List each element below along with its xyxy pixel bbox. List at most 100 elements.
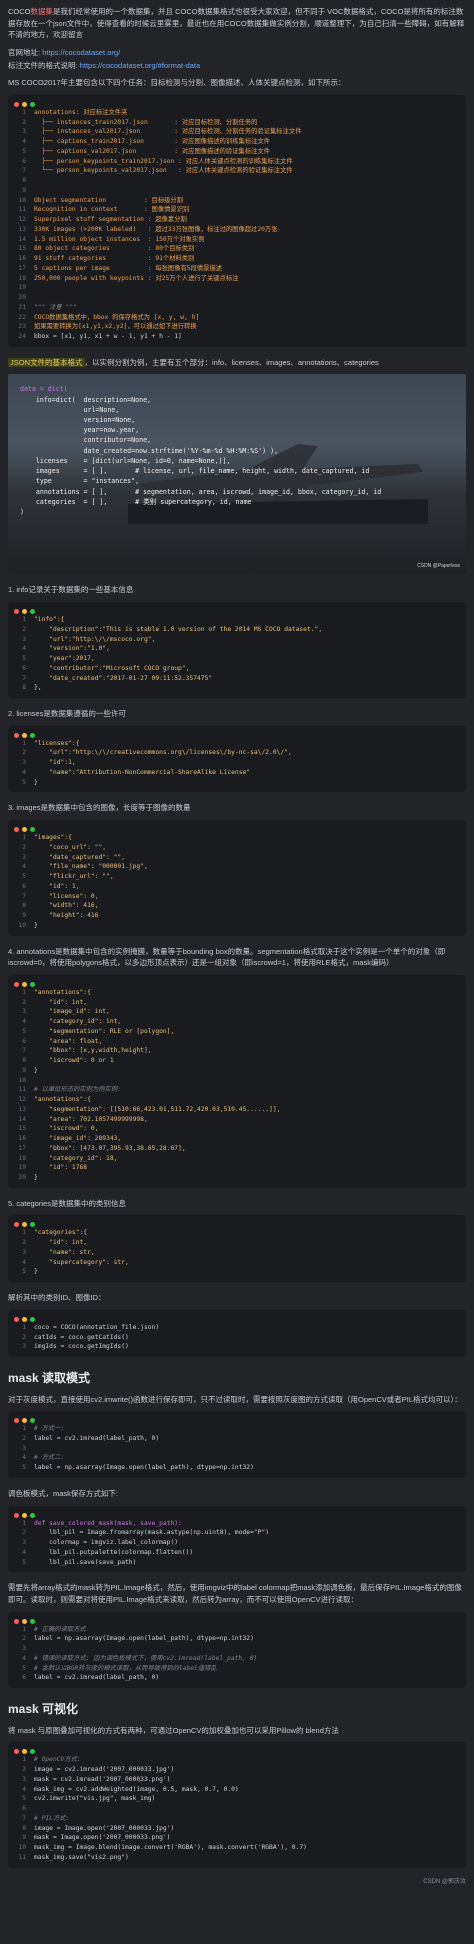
window-dots — [14, 1415, 38, 1427]
line-number: 10 — [18, 196, 26, 204]
code-text: # 方式一: — [34, 1425, 65, 1433]
code-line: 9 "height": 416 — [14, 911, 460, 921]
code-categories: 1 "categories":{2 "id": int, 3 "name": str… — [14, 1228, 460, 1277]
window-dots — [14, 979, 38, 991]
code-text: "url":"http:\/\/creativecommons.org\/lic… — [34, 749, 292, 757]
code-text: Superpixel stuff segmentation : 超像素分割 — [34, 216, 187, 223]
json-intro: JSON文件的基本格式 ，以实例分割为例，主要有五个部分：info、license… — [8, 357, 379, 367]
code-line: 3 — [14, 1444, 460, 1454]
code-text: # 会默认以BGR转灰度的模式读取，从而导致得到的label值错乱 — [34, 1664, 217, 1672]
line-number: 3 — [22, 1248, 26, 1256]
code-block-annotations: 1 "annotations":{2 "id": int, 3 "image_id"… — [8, 974, 466, 1188]
palette-paragraph-2: 需要先将array格式的mask转为PIL.Image格式，然后，使用imgvi… — [8, 1583, 462, 1604]
code-line: 4 "supercategory": str, — [14, 1258, 460, 1268]
code-licenses: 1 "licenses":{2 "url":"http:\/\/creativec… — [14, 739, 460, 788]
line-number: 13 — [18, 225, 26, 233]
code-line: 12 "annotations":{ — [14, 1095, 460, 1105]
code-text: mask_img = cv2.addWeighted(image, 0.5, m… — [34, 1785, 239, 1793]
mask-read-paragraph: 对于灰度模式，直接使用cv2.imwrite()函数进行保存即可，只不过读取时，… — [8, 1394, 462, 1404]
code-text: 250,000 people with keypoints : 对25万个人进行… — [34, 274, 239, 282]
code-text: } — [34, 1066, 38, 1074]
code-text: "bbox": [x,y,width,height], — [34, 1047, 152, 1055]
code-text: "category_id": 18, — [34, 1154, 118, 1162]
code-line: 2 label = cv2.imread(label_path, 0) — [14, 1434, 460, 1444]
line-number: 16 — [18, 1135, 26, 1142]
code-block-vis: 1 # OpenCV方式: 2 image = cv2.imread('2007_00… — [8, 1742, 466, 1868]
code-text: coco = COCO(annotation_file.json) — [34, 1323, 160, 1331]
line-number: 2 — [22, 625, 26, 633]
line-number: 2 — [22, 1333, 26, 1341]
site-link[interactable]: https://cocodataset.org/ — [42, 48, 120, 57]
code-text: # 方式二: — [34, 1454, 65, 1462]
json-structure-image: data = dict( info=dict( description=None… — [8, 374, 466, 575]
code-line: 2 "id": int, — [14, 1238, 460, 1248]
code-line: 6 "id": 1, — [14, 882, 460, 892]
code-line: 1 def save_colored_mask(mask, save_path): — [14, 1519, 460, 1529]
line-number: 11 — [18, 206, 26, 214]
code-text: "license": 0, — [34, 892, 99, 900]
line-number: 14 — [18, 1115, 26, 1123]
window-dots — [14, 1746, 38, 1758]
code-line: 8 "width": 416, — [14, 901, 460, 911]
code-text: "file_name": "000001.jpg", — [34, 863, 148, 871]
line-number: 5 — [22, 1464, 26, 1472]
code-line: 4 mask_img = cv2.addWeighted(image, 0.5, … — [14, 1785, 460, 1795]
code-line: 20 — [14, 293, 460, 303]
footer-watermark: CSDN @郭庆汝 — [423, 1878, 466, 1885]
code-text: "area": float, — [34, 1037, 103, 1045]
code-line: 11 mask_img.save("vis2.png") — [14, 1853, 460, 1863]
code-line: 2 label = np.asarray(Image.open(label_pat… — [14, 1634, 460, 1644]
line-number: 4 — [22, 1654, 26, 1662]
code-line: 4 lbl_pil.putpalette(colormap.flatten()) — [14, 1548, 460, 1558]
line-number: 4 — [22, 138, 26, 145]
code-block-read: 1 # 方式一: 2 label = cv2.imread(label_path, 0… — [8, 1411, 466, 1478]
format-line: 标注文件的格式说明: https://cocodataset.org/#form… — [8, 60, 201, 70]
code-text: label = cv2.imread(label_path, 0) — [34, 1434, 160, 1442]
line-number: 20 — [18, 1174, 26, 1181]
code-line: 3 "url":"http:\/\/mscoco.org", — [14, 635, 460, 645]
code-text: "categories":{ — [34, 1229, 88, 1237]
code-text: ├── person_keypoints_train2017.json : 对应… — [34, 157, 293, 165]
code-text: data = dict( — [20, 385, 68, 394]
code-text: label = cv2.imread(label_path, 0) — [34, 1674, 160, 1682]
code-line: contributor=None, — [20, 435, 381, 445]
code-text: "height": 416 — [34, 912, 99, 919]
code-line: 19 "id": 1768 — [14, 1163, 460, 1173]
code-text: "licenses":{ — [34, 739, 80, 747]
code-block-images: 1 "images":{2 "coco_url": "", 3 "date_capt… — [8, 820, 466, 936]
format-link[interactable]: https://cocodataset.org/#format-data — [80, 61, 200, 70]
line-number: 5 — [22, 873, 26, 880]
line-number: 6 — [22, 1674, 26, 1682]
code-line: data = dict( — [20, 384, 381, 394]
intro-paragraph: COCO数据集是我们经常使用的一个数据集，并且 COCO数据集格式也很受大家欢迎… — [8, 7, 465, 40]
code-line: 12 Superpixel stuff segmentation : 超像素分割 — [14, 215, 460, 225]
code-line: 4 "category_id": int, — [14, 1017, 460, 1027]
line-number: 16 — [18, 255, 26, 262]
code-line: 2 image = cv2.imread('2007_000033.jpg') — [14, 1765, 460, 1775]
code-text: "id":1, — [34, 759, 76, 767]
code-line: url=None, — [20, 405, 381, 415]
code-text: categories = [ ], # 类别 supercategory, id… — [20, 497, 252, 506]
code-text: ) — [20, 508, 24, 516]
code-line: 9 — [14, 186, 460, 196]
line-number: 7 — [22, 1814, 26, 1822]
code-line: 8 — [14, 176, 460, 186]
code-line: licenses = [dict(url=None, id=0, name=No… — [20, 456, 381, 466]
line-number: 6 — [22, 664, 26, 672]
code-text: url=None, — [20, 405, 120, 414]
code-text: ├── captions_val2017.json : 对应图像描述的验证集标注… — [34, 147, 271, 155]
code-line: 11 Recognition in context : 图像情景识别 — [14, 205, 460, 215]
line-number: 4 — [22, 1548, 26, 1556]
dataset-link[interactable]: 数据集 — [31, 7, 54, 16]
code-line: 1 # OpenCV方式: — [14, 1755, 460, 1765]
code-line: 5 "flickr_url": "", — [14, 872, 460, 882]
code-line: 3 imgIds = coco.getImgIds() — [14, 1342, 460, 1352]
line-number: 9 — [22, 186, 26, 194]
line-number: 3 — [22, 1444, 26, 1452]
line-number: 7 — [22, 1047, 26, 1055]
code-text: "date_created":"2017-01-27 09:11:52.3574… — [34, 674, 213, 682]
code-text: "id": int, — [34, 998, 88, 1006]
